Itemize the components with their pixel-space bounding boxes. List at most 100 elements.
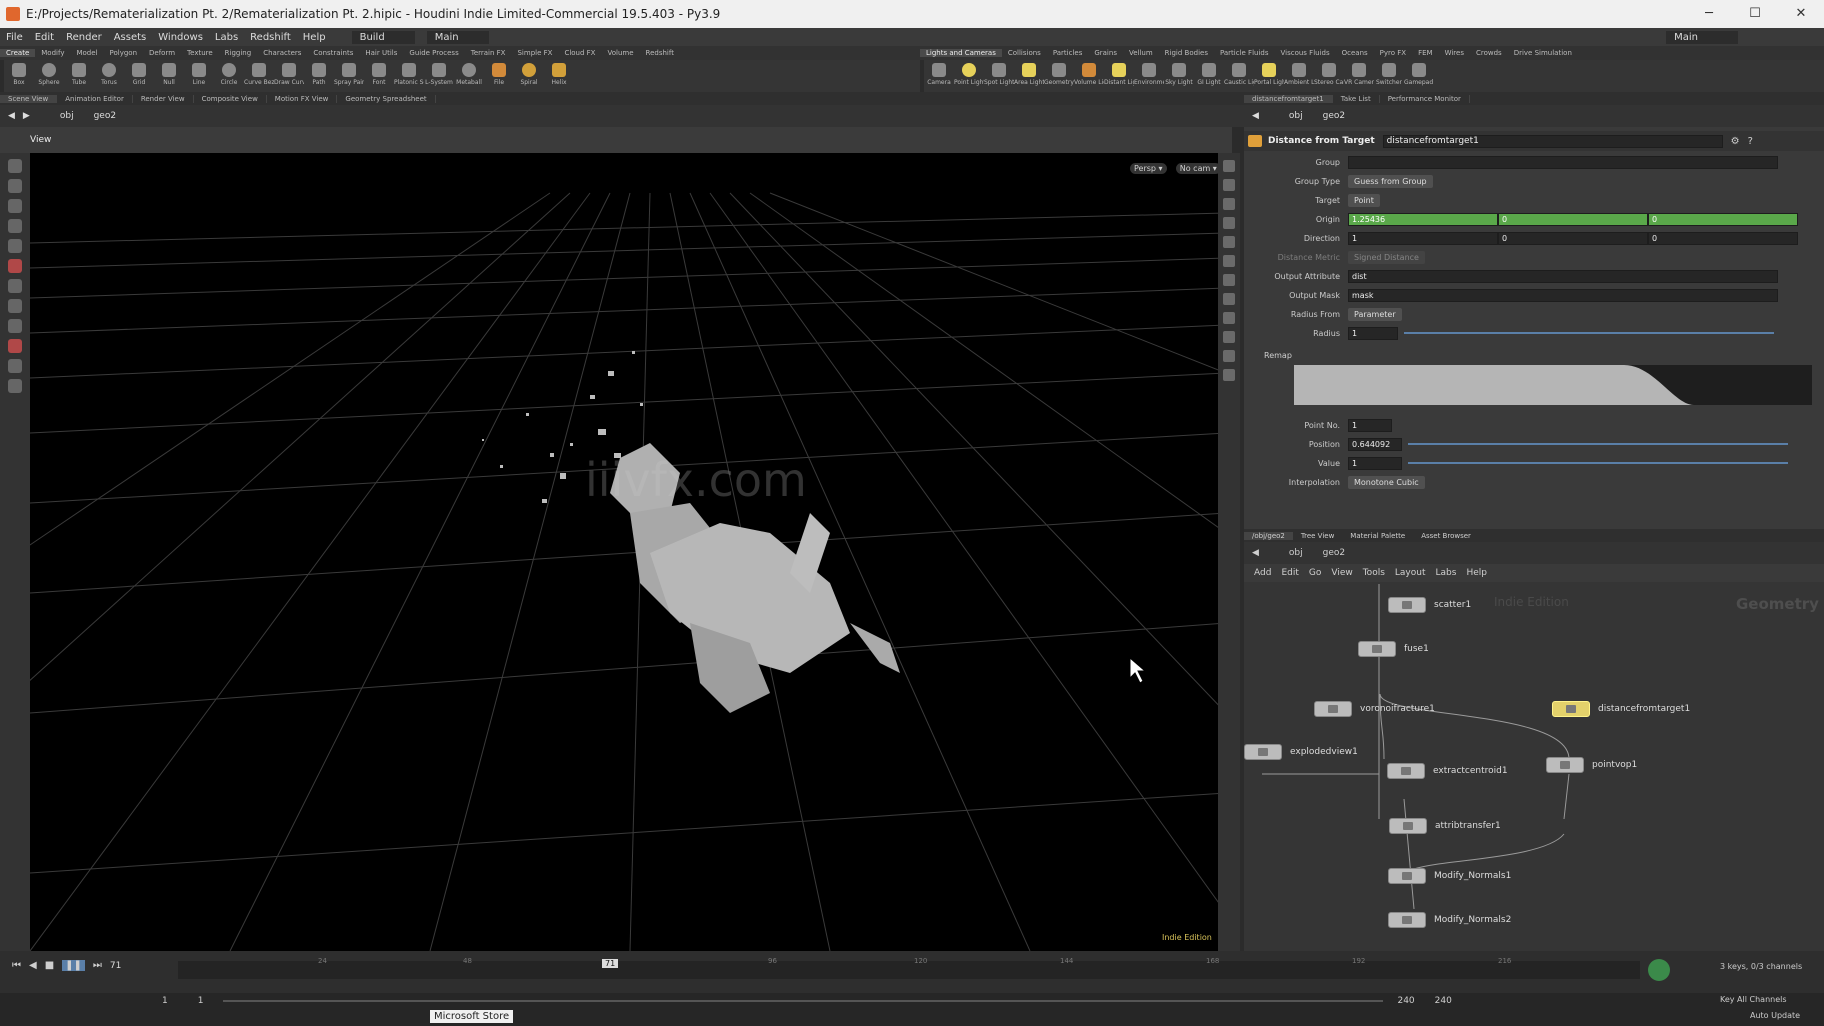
- origin-y-field[interactable]: 0: [1498, 212, 1648, 226]
- shelf-tab[interactable]: Hair Utils: [359, 49, 403, 57]
- path-obj[interactable]: obj: [1289, 111, 1303, 121]
- tool-helix[interactable]: Helix: [544, 63, 574, 86]
- shadow-icon[interactable]: [1223, 312, 1235, 324]
- position-slider[interactable]: [1408, 443, 1788, 445]
- tool-stereo-camera[interactable]: Stereo Camera: [1314, 63, 1344, 86]
- tool-vr-camera[interactable]: VR Camera: [1344, 63, 1374, 86]
- tool-gamepad-camera[interactable]: Gamepad Camera: [1404, 63, 1434, 86]
- tool-spot-light[interactable]: Spot Light: [984, 63, 1014, 86]
- wireframe-icon[interactable]: [1223, 217, 1235, 229]
- grid-toggle-icon[interactable]: [1223, 350, 1235, 362]
- shelf-tab[interactable]: Grains: [1088, 49, 1123, 57]
- tool-box[interactable]: Box: [4, 63, 34, 86]
- shelf-tab[interactable]: Drive Simulation: [1508, 49, 1578, 57]
- current-frame-field[interactable]: 71: [110, 961, 121, 971]
- shelf-tab[interactable]: Characters: [257, 49, 307, 57]
- desktop-right-selector[interactable]: Main: [1666, 30, 1738, 44]
- shelf-tab[interactable]: Guide Process: [403, 49, 464, 57]
- auto-update-button[interactable]: Auto Update: [1750, 1011, 1800, 1020]
- tool-lsystem[interactable]: L-System: [424, 63, 454, 86]
- node-modify-normals2[interactable]: Modify_Normals2: [1388, 912, 1511, 928]
- radius-from-menu[interactable]: Parameter: [1348, 307, 1402, 321]
- shelf-tab[interactable]: Constraints: [307, 49, 359, 57]
- tab-take-list[interactable]: Take List: [1333, 94, 1380, 103]
- tool-sky-light[interactable]: Sky Light: [1164, 63, 1194, 86]
- tool-spray-paint[interactable]: Spray Paint: [334, 63, 364, 86]
- tab-animation-editor[interactable]: Animation Editor: [57, 94, 133, 103]
- shelf-tab[interactable]: Redshift: [640, 49, 680, 57]
- value-field[interactable]: 1: [1348, 456, 1402, 470]
- interpolation-menu[interactable]: Monotone Cubic: [1348, 475, 1425, 489]
- tool-platonic[interactable]: Platonic Solids: [394, 63, 424, 86]
- node-voronoifracture1[interactable]: voronoifracture1: [1314, 701, 1435, 717]
- node-scatter1[interactable]: scatter1: [1388, 597, 1471, 613]
- tool-environment-light[interactable]: Environment Light: [1134, 63, 1164, 86]
- tool-switcher[interactable]: Switcher: [1374, 63, 1404, 86]
- output-attribute-field[interactable]: dist: [1348, 269, 1778, 283]
- point-no-field[interactable]: 1: [1348, 418, 1392, 432]
- distance-metric-menu[interactable]: Signed Distance: [1348, 250, 1425, 264]
- tool-volume-light[interactable]: Volume Light: [1074, 63, 1104, 86]
- group-field[interactable]: [1348, 155, 1778, 169]
- node-attribtransfer1[interactable]: attribtransfer1: [1389, 818, 1501, 834]
- tab-geometry-spreadsheet[interactable]: Geometry Spreadsheet: [337, 94, 436, 103]
- minimize-button[interactable]: ─: [1686, 0, 1732, 28]
- tool-ambient-light[interactable]: Ambient Light: [1284, 63, 1314, 86]
- tool-spiral[interactable]: Spiral: [514, 63, 544, 86]
- tool-file[interactable]: File: [484, 63, 514, 86]
- shelf-tab[interactable]: Modify: [35, 49, 70, 57]
- tab-motion-fx-view[interactable]: Motion FX View: [267, 94, 338, 103]
- shelf-tab[interactable]: Particles: [1047, 49, 1089, 57]
- back-icon[interactable]: ◀: [1252, 111, 1259, 121]
- shelf-tab[interactable]: FEM: [1412, 49, 1439, 57]
- start-frame-field[interactable]: 1: [162, 996, 168, 1006]
- tool-tube[interactable]: Tube: [64, 63, 94, 86]
- back-icon[interactable]: ◀: [8, 111, 15, 121]
- shelf-tab[interactable]: Wires: [1439, 49, 1470, 57]
- shelf-tab[interactable]: Lights and Cameras: [920, 49, 1002, 57]
- shelf-tab[interactable]: Particle Fluids: [1214, 49, 1275, 57]
- select-icon[interactable]: [8, 159, 22, 173]
- magnet-icon[interactable]: [8, 339, 22, 353]
- node-extractcentroid1[interactable]: extractcentroid1: [1387, 763, 1508, 779]
- tool-distant-light[interactable]: Distant Light: [1104, 63, 1134, 86]
- end-frame-field[interactable]: 240: [1397, 996, 1414, 1006]
- pose-icon[interactable]: [8, 259, 22, 273]
- tool-metaball[interactable]: Metaball: [454, 63, 484, 86]
- shelf-tab[interactable]: Model: [70, 49, 103, 57]
- direction-y-field[interactable]: 0: [1498, 231, 1648, 245]
- shelf-tab[interactable]: Pyro FX: [1374, 49, 1412, 57]
- group-type-menu[interactable]: Guess from Group: [1348, 174, 1433, 188]
- view-icon[interactable]: [8, 299, 22, 313]
- normals-icon[interactable]: [1223, 255, 1235, 267]
- brush-icon[interactable]: [8, 279, 22, 293]
- tool-curve-bezier[interactable]: Curve Bezier: [244, 63, 274, 86]
- tool-area-light[interactable]: Area Light: [1014, 63, 1044, 86]
- shelf-tab[interactable]: Texture: [181, 49, 219, 57]
- shelf-tab[interactable]: Rigging: [219, 49, 258, 57]
- shading-icon[interactable]: [1223, 198, 1235, 210]
- path-geo[interactable]: geo2: [94, 111, 116, 121]
- help-icon[interactable]: ?: [1748, 136, 1753, 147]
- tool-grid[interactable]: Grid: [124, 63, 154, 86]
- desktop-main-selector[interactable]: Main: [426, 30, 489, 44]
- lock-icon[interactable]: [1223, 179, 1235, 191]
- tool-draw-curve[interactable]: Draw Curve: [274, 63, 304, 86]
- render-region-icon[interactable]: [8, 379, 22, 393]
- menu-edit[interactable]: Edit: [35, 32, 54, 43]
- menu-assets[interactable]: Assets: [114, 32, 147, 43]
- points-icon[interactable]: [1223, 236, 1235, 248]
- scene-viewport[interactable]: iiivfx.com Persp ▾ No cam ▾ Indie Editio…: [30, 153, 1226, 951]
- pause-icon[interactable]: ❚❚: [62, 960, 85, 971]
- origin-x-field[interactable]: 1.25436: [1348, 212, 1498, 226]
- key-all-channels-button[interactable]: Key All Channels: [1720, 995, 1787, 1004]
- tool-camera[interactable]: Camera: [924, 63, 954, 86]
- close-button[interactable]: ✕: [1778, 0, 1824, 28]
- timeline-bar[interactable]: 71 24 48 96 120 144 168 192 216: [178, 957, 1640, 979]
- node-distancefromtarget1[interactable]: distancefromtarget1: [1552, 701, 1690, 717]
- menu-redshift[interactable]: Redshift: [250, 32, 291, 43]
- path-geo[interactable]: geo2: [1323, 111, 1345, 121]
- shelf-tab[interactable]: Simple FX: [511, 49, 558, 57]
- tool-circle[interactable]: Circle: [214, 63, 244, 86]
- tool-sphere[interactable]: Sphere: [34, 63, 64, 86]
